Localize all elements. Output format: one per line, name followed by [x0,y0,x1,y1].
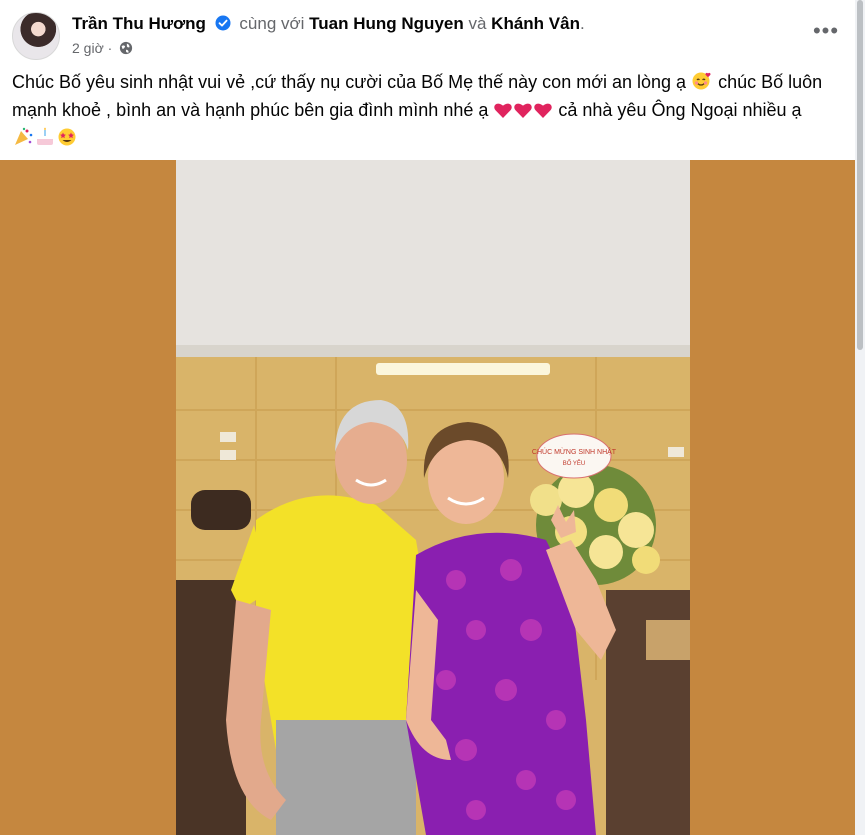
caption-text-3: cả nhà yêu Ông Ngoại nhiều ạ [558,100,802,120]
author-avatar[interactable] [12,12,60,60]
birthday-cake-icon [37,127,53,145]
photo-illustration: CHÚC MỪNG SINH NHẬT BỐ YÊU [176,160,690,835]
confetti-icon [15,127,33,145]
heart-icon [494,103,513,118]
with-text: cùng với [239,14,305,33]
post-media[interactable]: CHÚC MỪNG SINH NHẬT BỐ YÊU [0,160,855,835]
end-punct: . [579,14,585,33]
and-text: và [468,14,487,33]
star-struck-icon [58,128,76,146]
globe-icon[interactable] [119,41,133,55]
author-line: Trần Thu Hương cùng với Tuan Hung Nguyen… [72,14,585,34]
smiling-face-with-hearts-icon [692,72,711,90]
photo-sign-line1: CHÚC MỪNG SINH NHẬT [532,447,617,456]
post-time[interactable]: 2 giờ [72,40,104,56]
meta-separator: · [107,40,113,56]
photo-sign-line2: BỐ YÊU [563,459,586,467]
hearts [493,100,558,120]
verified-badge-icon [215,15,231,31]
author-name[interactable]: Trần Thu Hương [72,14,206,33]
post-meta: 2 giờ · [72,40,133,56]
feed-post: Trần Thu Hương cùng với Tuan Hung Nguyen… [0,0,855,835]
scrollbar-thumb[interactable] [857,0,863,350]
tagged-friend-2[interactable]: Khánh Vân [491,14,580,33]
caption-text-1: Chúc Bố yêu sinh nhật vui vẻ ,cứ thấy nụ… [12,72,687,92]
more-options-icon[interactable]: ••• [811,20,841,46]
heart-icon [514,103,533,118]
post-caption: Chúc Bố yêu sinh nhật vui vẻ ,cứ thấy nụ… [12,68,847,152]
tagged-friend-1[interactable]: Tuan Hung Nguyen [309,14,464,33]
heart-icon [534,103,553,118]
post-photo[interactable]: CHÚC MỪNG SINH NHẬT BỐ YÊU [176,160,690,835]
post-header: Trần Thu Hương cùng với Tuan Hung Nguyen… [12,8,843,64]
